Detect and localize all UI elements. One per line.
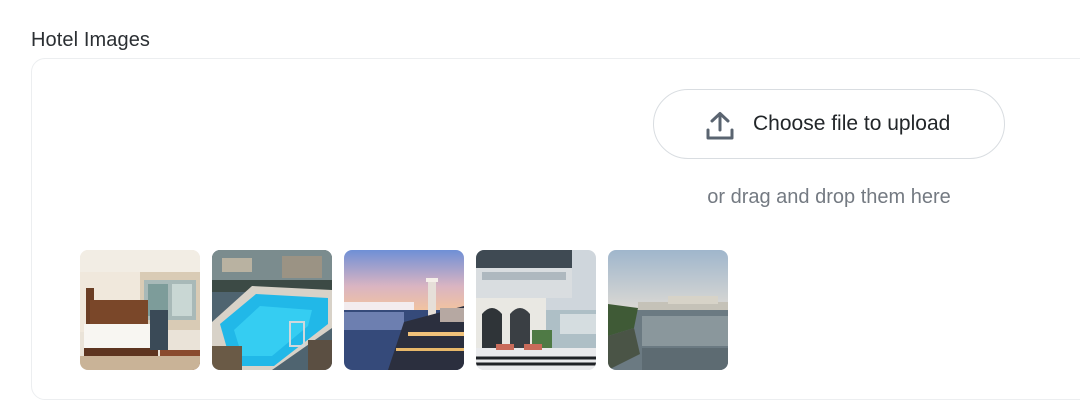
rooftop-pool-thumbnail[interactable]: [212, 250, 332, 370]
lake-view-thumbnail[interactable]: [608, 250, 728, 370]
drag-drop-hint: or drag and drop them here: [707, 186, 951, 208]
upload-icon: [704, 110, 736, 142]
section-label: Hotel Images: [31, 29, 151, 51]
hotel-images-section: Hotel Images Choose file to upload or dr…: [0, 0, 1080, 417]
choose-file-button[interactable]: Choose file to upload: [653, 89, 1005, 159]
choose-file-label: Choose file to upload: [753, 112, 951, 135]
hotel-bedroom-thumbnail[interactable]: [80, 250, 200, 370]
lakeside-dusk-thumbnail[interactable]: [344, 250, 464, 370]
terrace-restaurant-thumbnail[interactable]: [476, 250, 596, 370]
image-thumbnails: [80, 250, 728, 370]
